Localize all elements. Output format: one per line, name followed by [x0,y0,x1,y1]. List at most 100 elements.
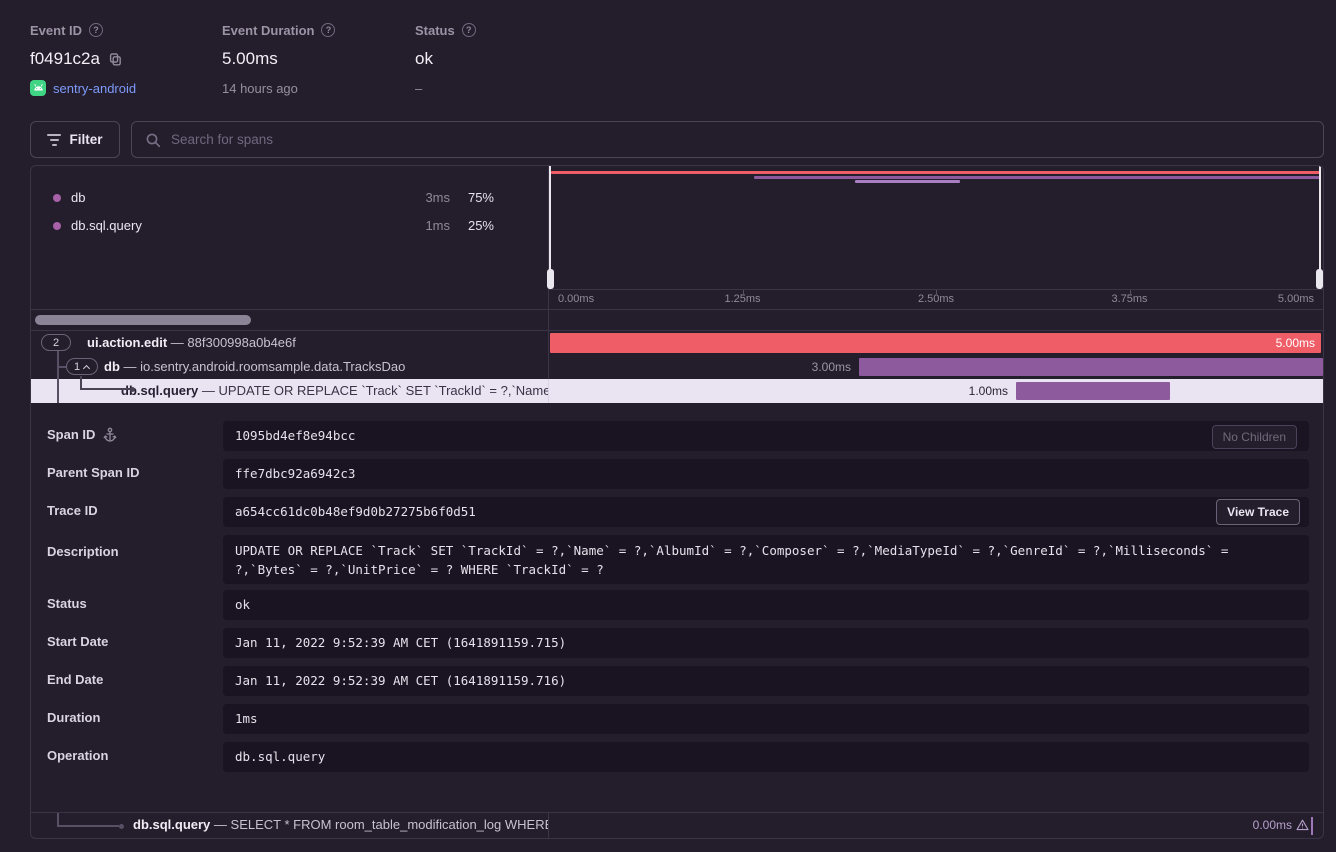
field-value-start-date: Jan 11, 2022 9:52:39 AM CET (1641891159.… [223,628,1309,658]
separator: — [171,335,184,350]
tree-node-dot [130,387,135,392]
project-link[interactable]: sentry-android [53,81,136,96]
field-label-description: Description [47,544,119,559]
op-duration: 3ms [425,190,450,205]
status-label: Status [415,23,455,38]
event-duration-column: Event Duration 5.00ms 14 hours ago [222,22,335,97]
field-value-trace-id: a654cc61dc0b48ef9d0b27275b6f0d51 [223,497,1309,527]
axis-tick-label: 1.25ms [724,293,760,305]
minimap-chart[interactable] [549,166,1323,289]
span-op: ui.action.edit [87,335,167,350]
field-label-start-date: Start Date [47,634,108,649]
trace-minimap[interactable]: 0.00ms 1.25ms 2.50ms 3.75ms 5.00ms [549,166,1323,309]
op-percent: 75% [468,190,494,205]
status-subtext: – [415,81,422,96]
span-duration-label: 3.00ms [812,360,851,374]
axis-tick-label: 3.75ms [1111,293,1147,305]
search-icon [145,132,161,148]
span-search-bar[interactable] [131,121,1324,158]
op-color-dot [53,222,61,230]
status-value: ok [415,49,433,69]
field-label-duration: Duration [47,710,100,725]
minimap-axis: 0.00ms 1.25ms 2.50ms 3.75ms 5.00ms [549,289,1323,309]
ops-breakdown-row[interactable]: db 3ms 75% [31,188,548,208]
span-duration-label: 1.00ms [969,384,1008,398]
ops-breakdown-row[interactable]: db.sql.query 1ms 25% [31,216,548,236]
minimap-span-ui-action-edit [551,171,1321,174]
span-row-db[interactable]: 1 db — io.sentry.android.roomsample.data… [31,355,1323,379]
tree-branch-line [57,366,66,368]
span-row-db-sql-query-selected[interactable]: db.sql.query — UPDATE OR REPLACE `Track`… [31,379,1323,403]
status-column: Status ok – [415,22,476,97]
op-percent: 25% [468,218,494,233]
horizontal-scrollbar-thumb[interactable] [35,315,251,325]
field-label-span-id: Span ID [47,427,117,442]
op-name: db.sql.query [71,218,142,233]
help-icon[interactable] [462,23,476,37]
span-bar-db[interactable] [859,358,1323,376]
filter-button-label: Filter [69,132,102,147]
overview-section: db 3ms 75% db.sql.query 1ms 25% [31,166,1323,309]
op-duration: 1ms [425,218,450,233]
axis-tick-label: 2.50ms [918,293,954,305]
span-bar-db-sql-query[interactable] [1016,382,1170,400]
field-label-trace-id: Trace ID [47,503,98,518]
separator: — [124,359,137,374]
expand-collapse-badge[interactable]: 1 [66,358,98,375]
tree-elbow-line [80,388,130,390]
axis-tick-label: 5.00ms [1278,293,1314,305]
field-label-status: Status [47,596,87,611]
field-value-description: UPDATE OR REPLACE `Track` SET `TrackId` … [223,535,1309,584]
field-value-span-id: 1095bd4ef8e94bcc [223,421,1309,451]
span-description: SELECT * FROM room_table_modification_lo… [231,817,549,832]
minimap-left-handle-grip[interactable] [547,269,554,289]
trace-waterfall-panel: db 3ms 75% db.sql.query 1ms 25% [30,165,1324,839]
search-input[interactable] [171,132,1310,147]
minimap-right-handle-grip[interactable] [1316,269,1323,289]
span-row-ui-action-edit[interactable]: 2 ui.action.edit — 88f300998a0b4e6f 5.00… [31,331,1323,355]
minimap-span-db [754,176,1321,179]
tree-scrollbar-strip [31,309,1323,330]
span-op: db [104,359,120,374]
event-id-column: Event ID f0491c2a sentry-android [30,22,136,97]
field-label-end-date: End Date [47,672,103,687]
span-bar-zero-duration [1311,817,1313,835]
event-age: 14 hours ago [222,81,298,96]
field-value-parent-span-id: ffe7dbc92a6942c3 [223,459,1309,489]
filter-icon [47,134,61,146]
axis-tick-label: 0.00ms [558,293,594,305]
chevron-up-icon [83,365,90,372]
minimap-span-db-sql-query [855,180,960,183]
span-duration-label: 0.00ms [1253,818,1292,832]
anchor-icon[interactable] [103,427,117,442]
event-id-label: Event ID [30,23,82,38]
field-label-parent-span-id: Parent Span ID [47,465,139,480]
span-details-panel: Span ID 1095bd4ef8e94bcc No Children Par… [31,402,1323,813]
event-id-value: f0491c2a [30,49,100,69]
help-icon[interactable] [89,23,103,37]
no-children-button[interactable]: No Children [1212,425,1297,449]
field-value-duration: 1ms [223,704,1309,734]
span-op: db.sql.query [133,817,210,832]
span-description: 88f300998a0b4e6f [187,335,295,350]
copy-icon[interactable] [108,52,123,67]
separator: — [202,383,215,398]
separator: — [214,817,227,832]
ops-breakdown: db 3ms 75% db.sql.query 1ms 25% [31,166,549,309]
span-bar-ui-action-edit[interactable]: 5.00ms [550,333,1321,353]
field-value-status: ok [223,590,1309,620]
children-count-badge[interactable]: 2 [41,334,71,351]
field-value-operation: db.sql.query [223,742,1309,772]
span-row-db-sql-query-select[interactable]: db.sql.query — SELECT * FROM room_table_… [31,813,1323,839]
warning-icon [1296,819,1309,831]
filter-button[interactable]: Filter [30,121,120,158]
view-trace-button[interactable]: View Trace [1216,499,1300,525]
tree-trunk-line [57,347,59,403]
tree-node-dot [119,824,124,829]
field-label-operation: Operation [47,748,108,763]
help-icon[interactable] [321,23,335,37]
span-detail-screen: Event ID f0491c2a sentry-android Event [0,0,1336,852]
op-name: db [71,190,85,205]
tree-elbow-line [57,825,119,827]
field-value-end-date: Jan 11, 2022 9:52:39 AM CET (1641891159.… [223,666,1309,696]
